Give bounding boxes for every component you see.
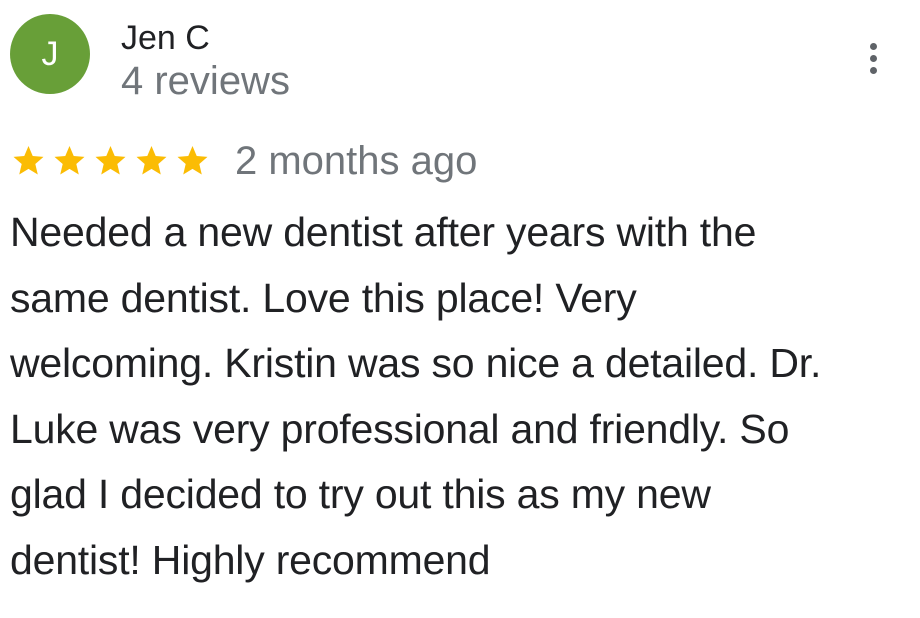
review-text-line: Needed a new dentist after years with th…: [10, 209, 757, 255]
review-text-line: same dentist. Love this place! Very: [10, 274, 637, 321]
star-icon: [54, 146, 85, 175]
review-text-line: welcoming. Kristin was so nice a detaile…: [10, 340, 822, 386]
more-vert-icon-dot-top: [869, 42, 877, 50]
star-icon: [136, 146, 167, 175]
more-vert-icon-dot-bottom: [869, 66, 877, 74]
avatar-initial: J: [41, 35, 59, 73]
review-card: J Jen C 4 reviews 2 months ago Needed a …: [0, 0, 920, 618]
review-text-line: glad I decided to try out this as my new: [10, 471, 711, 517]
star-icon: [13, 146, 44, 175]
review-text-line: dentist! Highly recommend: [10, 536, 491, 583]
star-icon: [177, 146, 208, 175]
review-text-line: Luke was very professional and friendly.…: [10, 405, 790, 452]
rating-row: 2 months ago: [10, 138, 477, 184]
star-rating: [10, 143, 211, 179]
avatar[interactable]: J: [10, 14, 90, 94]
reviewer-review-count[interactable]: 4 reviews: [121, 58, 290, 104]
review-text: Needed a new dentist after years with th…: [10, 200, 900, 593]
reviewer-name[interactable]: Jen C: [121, 18, 210, 58]
review-date: 2 months ago: [235, 139, 478, 183]
more-vert-icon-dot-middle: [869, 54, 877, 62]
star-icon: [95, 146, 126, 175]
more-options-button[interactable]: [856, 38, 890, 78]
